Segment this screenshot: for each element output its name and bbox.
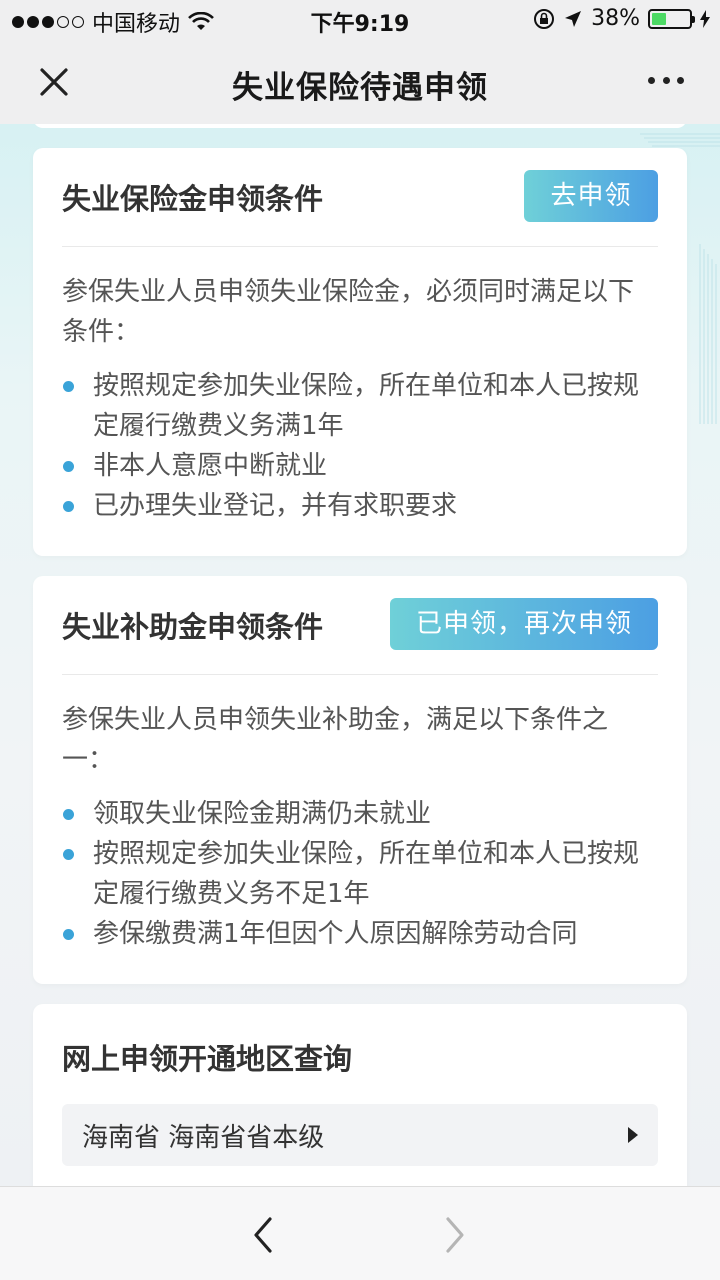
card-title: 失业补助金申领条件 [62, 610, 324, 644]
browser-toolbar [0, 1186, 720, 1280]
unemployment-benefit-card: 失业保险金申领条件 去申领 参保失业人员申领失业保险金，必须同时满足以下条件： … [33, 148, 687, 556]
reapply-button[interactable]: 已申领，再次申领 [390, 598, 658, 650]
divider [62, 246, 658, 247]
region-select[interactable]: 海南省 海南省省本级 [62, 1104, 658, 1166]
location-arrow-icon [565, 10, 582, 27]
list-item: 非本人意愿中断就业 [62, 446, 657, 486]
more-options-icon[interactable] [648, 70, 684, 90]
list-item: 已办理失业登记，并有求职要求 [62, 486, 657, 526]
previous-card-edge [33, 124, 687, 128]
region-query-card: 网上申领开通地区查询 海南省 海南省省本级 [33, 1004, 687, 1186]
list-item: 按照规定参加失业保险，所在单位和本人已按规定履行缴费义务满1年 [62, 366, 657, 446]
charging-bolt-icon [700, 9, 710, 28]
caret-right-icon [628, 1127, 638, 1143]
status-bar: 中国移动 下午9:19 38% [0, 0, 720, 40]
condition-list: 按照规定参加失业保险，所在单位和本人已按规定履行缴费义务满1年 非本人意愿中断就… [62, 366, 657, 526]
battery-percent: 38% [591, 6, 640, 31]
list-item: 领取失业保险金期满仍未就业 [62, 794, 657, 834]
main-content[interactable]: 失业保险金申领条件 去申领 参保失业人员申领失业保险金，必须同时满足以下条件： … [0, 124, 720, 1186]
battery-icon [648, 8, 695, 29]
nav-bar: 失业保险待遇申领 [0, 40, 720, 124]
card-intro: 参保失业人员申领失业保险金，必须同时满足以下条件： [62, 277, 635, 347]
divider [62, 674, 658, 675]
rotation-lock-icon [534, 8, 555, 29]
list-item: 按照规定参加失业保险，所在单位和本人已按规定履行缴费义务不足1年 [62, 834, 657, 914]
card-title: 失业保险金申领条件 [62, 182, 324, 216]
card-title: 网上申领开通地区查询 [62, 1042, 353, 1076]
card-intro: 参保失业人员申领失业补助金，满足以下条件之一： [62, 705, 609, 775]
apply-button[interactable]: 去申领 [524, 170, 658, 222]
back-arrow-icon[interactable] [248, 1215, 278, 1255]
condition-list: 领取失业保险金期满仍未就业 按照规定参加失业保险，所在单位和本人已按规定履行缴费… [62, 794, 657, 954]
list-item: 参保缴费满1年但因个人原因解除劳动合同 [62, 914, 657, 954]
page-title: 失业保险待遇申领 [232, 70, 488, 106]
forward-arrow-icon[interactable] [440, 1215, 470, 1255]
unemployment-subsidy-card: 失业补助金申领条件 已申领，再次申领 参保失业人员申领失业补助金，满足以下条件之… [33, 576, 687, 984]
region-value: 海南省 海南省省本级 [82, 1123, 325, 1153]
battery-fill [652, 12, 666, 25]
status-right: 38% [533, 6, 710, 31]
